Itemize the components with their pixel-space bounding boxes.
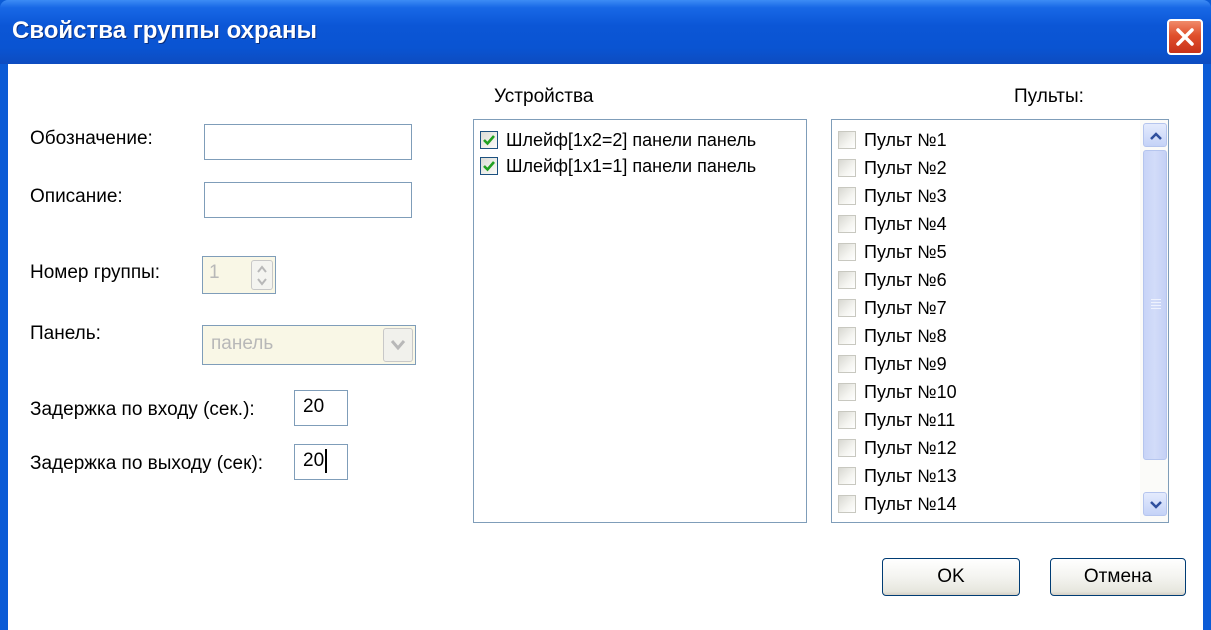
scroll-grip-line (1151, 302, 1161, 303)
designation-label: Обозначение: (30, 128, 153, 149)
list-item[interactable]: Пульт №2 (838, 155, 947, 181)
checkbox[interactable] (838, 215, 856, 233)
designation-input[interactable] (204, 124, 412, 160)
list-item[interactable]: Пульт №6 (838, 267, 947, 293)
panel-label: Панель: (30, 323, 101, 344)
scroll-grip-line (1151, 308, 1161, 309)
list-item-label: Пульт №11 (864, 409, 956, 430)
close-button[interactable] (1167, 19, 1203, 55)
list-item[interactable]: Пульт №3 (838, 183, 947, 209)
checkbox[interactable] (838, 467, 856, 485)
list-item-label: Шлейф[1x1=1] панели панель (506, 155, 757, 176)
dialog-window: Свойства группы охраны Обозначение: Опис… (0, 0, 1211, 630)
scroll-down-button[interactable] (1143, 492, 1167, 516)
scroll-grip-line (1151, 299, 1161, 300)
list-item-label: Пульт №3 (864, 185, 947, 206)
list-item[interactable]: Пульт №1 (838, 127, 947, 153)
list-item-label: Пульт №9 (864, 353, 947, 374)
checkbox[interactable] (838, 187, 856, 205)
list-item[interactable]: Шлейф[1x1=1] панели панель (480, 153, 756, 179)
group-number-value: 1 (209, 262, 220, 283)
list-item[interactable]: Пульт №8 (838, 323, 947, 349)
checkbox[interactable] (838, 383, 856, 401)
list-item-label: Пульт №12 (864, 437, 957, 458)
title-bar[interactable]: Свойства группы охраны (0, 0, 1211, 64)
entry-delay-input[interactable]: 20 (294, 390, 348, 426)
checkmark-icon (483, 161, 495, 172)
list-item-label: Пульт №8 (864, 325, 947, 346)
group-number-label: Номер группы: (30, 262, 161, 283)
description-label: Описание: (30, 186, 123, 207)
list-item-label: Пульт №1 (864, 129, 947, 150)
list-item-label: Пульт №14 (864, 493, 957, 514)
list-item[interactable]: Шлейф[1x2=2] панели панель (480, 127, 756, 153)
scroll-thumb[interactable] (1143, 150, 1167, 460)
checkbox[interactable] (838, 271, 856, 289)
list-item[interactable]: Пульт №10 (838, 379, 957, 405)
group-number-spinner (251, 260, 273, 290)
checkbox[interactable] (838, 439, 856, 457)
list-item[interactable]: Пульт №5 (838, 239, 947, 265)
list-item[interactable]: Пульт №13 (838, 463, 957, 489)
spin-up-icon (257, 265, 267, 273)
checkbox[interactable] (838, 355, 856, 373)
spin-down-icon (257, 278, 267, 286)
list-item[interactable]: Пульт №12 (838, 435, 957, 461)
devices-heading: Устройства (494, 86, 594, 107)
checkbox[interactable] (838, 243, 856, 261)
list-item[interactable]: Пульт №11 (838, 407, 955, 433)
list-item-label: Пульт №7 (864, 297, 947, 318)
list-item-label: Пульт №4 (864, 213, 947, 234)
text-caret (325, 448, 328, 473)
panel-dropdown-button (383, 328, 413, 362)
list-item[interactable]: Пульт №4 (838, 211, 947, 237)
list-item[interactable]: Пульт №14 (838, 491, 957, 517)
panel-select: панель (202, 325, 416, 365)
checkbox[interactable] (838, 299, 856, 317)
consoles-list[interactable]: Пульт №1 Пульт №2 Пульт №3 Пульт №4 Пульт №5… (831, 119, 1169, 523)
list-item[interactable]: Пульт №7 (838, 295, 947, 321)
list-item-label: Пульт №6 (864, 269, 947, 290)
list-item[interactable]: Пульт №9 (838, 351, 947, 377)
checkbox[interactable] (838, 159, 856, 177)
list-item-label: Пульт №10 (864, 381, 957, 402)
checkbox[interactable] (838, 495, 856, 513)
list-item-label: Шлейф[1x2=2] панели панель (506, 129, 757, 150)
exit-delay-value: 20 (303, 450, 325, 471)
cancel-button[interactable]: Отмена (1050, 558, 1186, 596)
scroll-up-icon (1150, 132, 1162, 140)
checkbox[interactable] (480, 131, 498, 149)
entry-delay-label: Задержка по входу (сек.): (30, 399, 255, 420)
exit-delay-label: Задержка по выходу (сек): (30, 453, 264, 474)
scroll-up-button[interactable] (1143, 123, 1167, 147)
consoles-heading: Пульты: (1014, 86, 1084, 107)
list-item-label: Пульт №5 (864, 241, 947, 262)
consoles-scrollbar[interactable] (1140, 120, 1168, 522)
dialog-body: Обозначение: Описание: Номер группы: 1 П… (8, 64, 1203, 630)
exit-delay-input[interactable]: 20 (294, 444, 348, 480)
ok-button[interactable]: OK (882, 558, 1020, 596)
scroll-grip-line (1151, 305, 1161, 306)
group-number-stepper: 1 (202, 256, 276, 294)
list-item-label: Пульт №13 (864, 465, 957, 486)
checkmark-icon (483, 135, 495, 146)
close-icon (1176, 28, 1194, 46)
scroll-down-icon (1150, 501, 1162, 509)
checkbox[interactable] (838, 411, 856, 429)
window-title: Свойства группы охраны (12, 17, 317, 44)
checkbox[interactable] (838, 327, 856, 345)
devices-list[interactable]: Шлейф[1x2=2] панели панель Шлейф[1x1=1] п… (473, 119, 807, 523)
description-input[interactable] (204, 182, 412, 218)
checkbox[interactable] (480, 157, 498, 175)
dropdown-arrow-icon (390, 340, 406, 351)
checkbox[interactable] (838, 131, 856, 149)
panel-value: панель (211, 333, 274, 354)
list-item-label: Пульт №2 (864, 157, 947, 178)
